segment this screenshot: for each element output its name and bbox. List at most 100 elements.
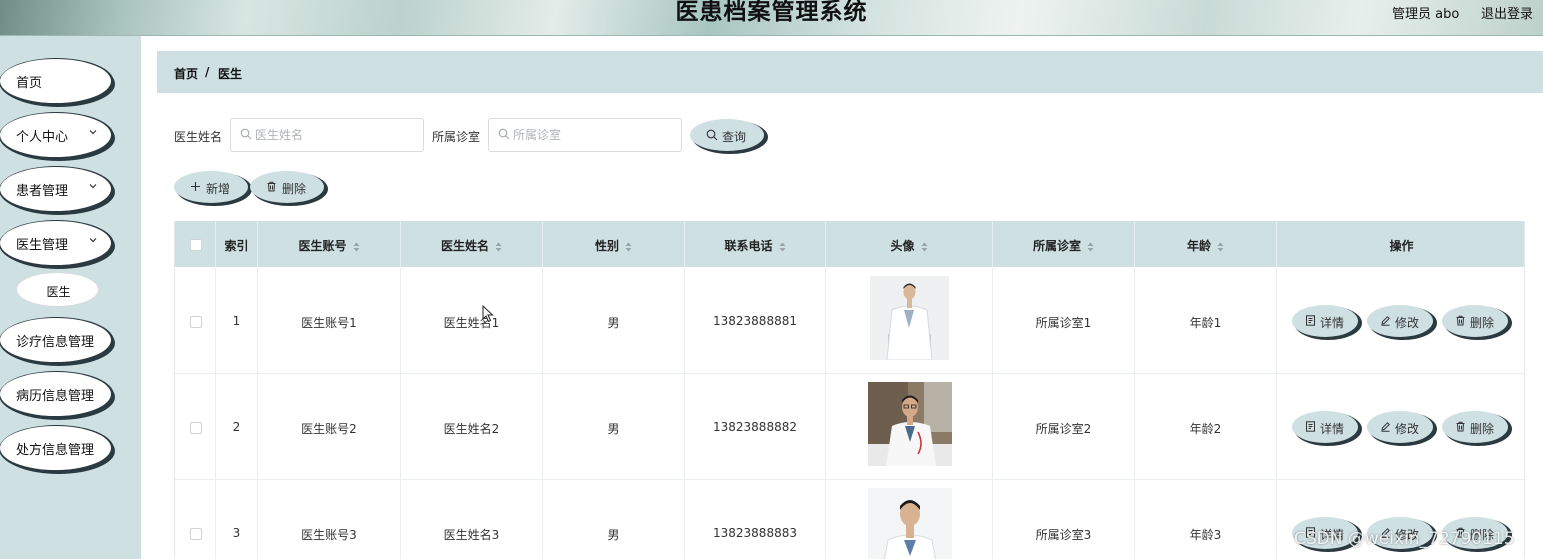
table-row: 2 医生账号2 医生姓名2 男 13823888882 所属诊室2 年龄2 详情… (175, 374, 1524, 480)
sort-icon[interactable] (1217, 242, 1224, 252)
batch-delete-label: 删除 (282, 182, 307, 196)
sort-icon[interactable] (625, 242, 632, 252)
row-checkbox[interactable] (190, 316, 202, 328)
cell-index: 3 (216, 480, 258, 559)
query-button[interactable]: 查询 (690, 119, 764, 151)
add-button[interactable]: 新增 (174, 171, 248, 203)
sidebar-item-prescription[interactable]: 处方信息管理 (0, 426, 111, 470)
sidebar-item-label: 个人中心 (16, 130, 69, 145)
chevron-down-icon (89, 184, 97, 189)
sidebar-item-label: 病历信息管理 (16, 389, 95, 404)
select-all-checkbox[interactable] (190, 239, 202, 251)
header-gender[interactable]: 性别 (543, 221, 685, 267)
watermark: CSDN @weixin_72790115 (1294, 529, 1515, 549)
doctor-name-input[interactable] (230, 118, 424, 152)
cell-text: 13823888882 (713, 420, 797, 434)
header-clinic[interactable]: 所属诊室 (993, 221, 1135, 267)
sidebar-item-label: 患者管理 (16, 184, 69, 199)
doctor-avatar-image (870, 276, 949, 360)
search-icon (706, 129, 718, 141)
detail-button[interactable]: 详情 (1292, 305, 1358, 337)
sort-icon[interactable] (353, 242, 360, 252)
cell-text: 年龄3 (1189, 528, 1222, 542)
sort-icon[interactable] (1087, 242, 1094, 252)
delete-button-label: 删除 (1470, 422, 1495, 436)
cell-phone: 13823888883 (685, 480, 826, 559)
delete-button[interactable]: 删除 (1442, 411, 1508, 443)
edit-button[interactable]: 修改 (1367, 411, 1433, 443)
row-checkbox[interactable] (190, 528, 202, 540)
doctor-avatar-image (868, 488, 952, 559)
cell-account: 医生账号2 (258, 374, 401, 480)
header-avatar[interactable]: 头像 (826, 221, 993, 267)
sidebar-item-personal-center[interactable]: 个人中心 (0, 113, 111, 157)
edit-button[interactable]: 修改 (1367, 305, 1433, 337)
mouse-cursor-icon (482, 305, 494, 323)
detail-button-label: 详情 (1320, 316, 1345, 330)
header-account[interactable]: 医生账号 (258, 221, 401, 267)
document-icon (1306, 421, 1315, 432)
breadcrumb-home[interactable]: 首页 (174, 65, 198, 82)
cell-text: 男 (607, 316, 620, 330)
row-select-cell (175, 374, 216, 480)
logout-button[interactable]: 退出登录 (1481, 3, 1533, 22)
header-index: 索引 (216, 221, 258, 267)
detail-button[interactable]: 详情 (1292, 411, 1358, 443)
cell-clinic: 所属诊室1 (993, 268, 1135, 374)
plus-icon (191, 182, 200, 191)
row-checkbox[interactable] (190, 422, 202, 434)
doctor-name-label: 医生姓名 (174, 130, 223, 144)
row-select-cell (175, 268, 216, 374)
header-phone[interactable]: 联系电话 (685, 221, 826, 267)
breadcrumb-separator: / (205, 65, 210, 79)
cell-text: 13823888881 (713, 314, 797, 328)
cell-text: 所属诊室3 (1035, 528, 1092, 542)
cell-avatar (826, 268, 993, 374)
header-index-label: 索引 (224, 239, 249, 253)
edit-button-label: 修改 (1395, 422, 1420, 436)
cell-gender: 男 (543, 480, 685, 559)
clinic-label: 所属诊室 (432, 130, 481, 144)
header-gender-label: 性别 (594, 239, 619, 253)
cell-age: 年龄1 (1135, 268, 1277, 374)
delete-button[interactable]: 删除 (1442, 305, 1508, 337)
sidebar-item-home[interactable]: 首页 (0, 59, 111, 103)
row-select-cell (175, 480, 216, 559)
sidebar-item-label: 首页 (16, 76, 43, 91)
header-name[interactable]: 医生姓名 (401, 221, 543, 267)
cell-text: 医生账号3 (301, 528, 357, 542)
cell-text: 医生姓名2 (443, 422, 500, 436)
sort-icon[interactable] (779, 242, 786, 252)
search-icon (240, 128, 252, 140)
cell-clinic: 所属诊室2 (993, 374, 1135, 480)
batch-delete-button[interactable]: 删除 (250, 171, 324, 203)
document-icon (1306, 315, 1315, 326)
cell-text: 年龄1 (1189, 316, 1222, 330)
sidebar-item-label: 处方信息管理 (16, 443, 95, 458)
pencil-icon (1381, 422, 1390, 432)
cell-avatar (826, 374, 993, 480)
clinic-input[interactable] (488, 118, 682, 152)
current-user: 管理员 abo (1392, 7, 1460, 22)
add-button-label: 新增 (206, 182, 231, 196)
sort-icon[interactable] (495, 242, 502, 252)
sidebar-item-treatment-info[interactable]: 诊疗信息管理 (0, 318, 111, 362)
query-button-label: 查询 (722, 130, 747, 144)
chevron-down-icon (89, 130, 97, 135)
doctor-table: 索引 医生账号 医生姓名 性别 联系电话 头像 所属诊室 年龄 操作 1 医生账… (174, 221, 1525, 559)
pencil-icon (1381, 316, 1390, 326)
cell-text: 2 (232, 420, 241, 434)
cell-text: 所属诊室1 (1035, 316, 1092, 330)
header-clinic-label: 所属诊室 (1032, 239, 1081, 253)
header-avatar-label: 头像 (890, 239, 915, 253)
sidebar-item-patient-management[interactable]: 患者管理 (0, 167, 111, 211)
sort-icon[interactable] (921, 242, 928, 252)
edit-button-label: 修改 (1395, 316, 1420, 330)
sidebar-item-medical-record[interactable]: 病历信息管理 (0, 372, 111, 416)
cell-avatar (826, 480, 993, 559)
sidebar-subitem-doctor[interactable]: 医生 (16, 272, 99, 307)
header-age[interactable]: 年龄 (1135, 221, 1277, 267)
cell-text: 医生账号2 (301, 422, 357, 436)
sidebar-item-doctor-management[interactable]: 医生管理 (0, 221, 111, 265)
cell-phone: 13823888881 (685, 268, 826, 374)
